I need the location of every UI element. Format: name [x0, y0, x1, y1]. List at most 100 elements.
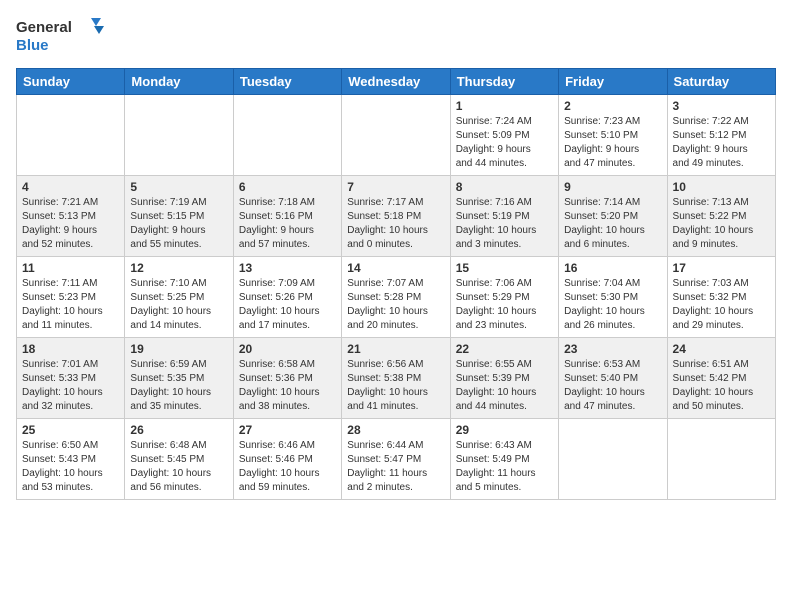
calendar-week-row: 18 Sunrise: 7:01 AMSunset: 5:33 PMDayligh… — [17, 338, 776, 419]
calendar-cell: 25 Sunrise: 6:50 AMSunset: 5:43 PMDayligh… — [17, 419, 125, 500]
calendar-cell: 26 Sunrise: 6:48 AMSunset: 5:45 PMDayligh… — [125, 419, 233, 500]
day-number: 13 — [239, 261, 336, 275]
day-number: 24 — [673, 342, 770, 356]
day-number: 1 — [456, 99, 553, 113]
page-header: General Blue — [16, 16, 776, 58]
weekday-header: Friday — [559, 69, 667, 95]
weekday-header: Sunday — [17, 69, 125, 95]
day-number: 9 — [564, 180, 661, 194]
day-number: 8 — [456, 180, 553, 194]
calendar-cell: 27 Sunrise: 6:46 AMSunset: 5:46 PMDayligh… — [233, 419, 341, 500]
calendar-cell: 18 Sunrise: 7:01 AMSunset: 5:33 PMDayligh… — [17, 338, 125, 419]
calendar-cell: 3 Sunrise: 7:22 AMSunset: 5:12 PMDaylight… — [667, 95, 775, 176]
day-number: 10 — [673, 180, 770, 194]
day-info: Sunrise: 6:50 AMSunset: 5:43 PMDaylight:… — [22, 439, 119, 495]
day-info: Sunrise: 7:16 AMSunset: 5:19 PMDaylight:… — [456, 196, 553, 252]
day-info: Sunrise: 6:48 AMSunset: 5:45 PMDaylight:… — [130, 439, 227, 495]
day-info: Sunrise: 6:55 AMSunset: 5:39 PMDaylight:… — [456, 358, 553, 414]
logo-svg: General Blue — [16, 16, 106, 58]
day-number: 27 — [239, 423, 336, 437]
calendar-table: SundayMondayTuesdayWednesdayThursdayFrid… — [16, 68, 776, 500]
calendar-cell: 29 Sunrise: 6:43 AMSunset: 5:49 PMDayligh… — [450, 419, 558, 500]
day-info: Sunrise: 6:56 AMSunset: 5:38 PMDaylight:… — [347, 358, 444, 414]
day-info: Sunrise: 7:07 AMSunset: 5:28 PMDaylight:… — [347, 277, 444, 333]
calendar-header-row: SundayMondayTuesdayWednesdayThursdayFrid… — [17, 69, 776, 95]
weekday-header: Wednesday — [342, 69, 450, 95]
calendar-cell: 24Sunrise: 6:51 AMSunset: 5:42 PMDayligh… — [667, 338, 775, 419]
calendar-week-row: 1 Sunrise: 7:24 AMSunset: 5:09 PMDaylight… — [17, 95, 776, 176]
weekday-header: Thursday — [450, 69, 558, 95]
calendar-cell — [342, 95, 450, 176]
calendar-cell: 28 Sunrise: 6:44 AMSunset: 5:47 PMDayligh… — [342, 419, 450, 500]
day-info: Sunrise: 7:01 AMSunset: 5:33 PMDaylight:… — [22, 358, 119, 414]
calendar-week-row: 25 Sunrise: 6:50 AMSunset: 5:43 PMDayligh… — [17, 419, 776, 500]
day-number: 25 — [22, 423, 119, 437]
day-info: Sunrise: 7:23 AMSunset: 5:10 PMDaylight:… — [564, 115, 661, 171]
day-info: Sunrise: 7:09 AMSunset: 5:26 PMDaylight:… — [239, 277, 336, 333]
calendar-cell: 9 Sunrise: 7:14 AMSunset: 5:20 PMDaylight… — [559, 176, 667, 257]
calendar-cell: 11 Sunrise: 7:11 AMSunset: 5:23 PMDayligh… — [17, 257, 125, 338]
logo: General Blue — [16, 16, 106, 58]
day-number: 12 — [130, 261, 227, 275]
day-number: 16 — [564, 261, 661, 275]
calendar-cell: 17 Sunrise: 7:03 AMSunset: 5:32 PMDayligh… — [667, 257, 775, 338]
calendar-cell: 5Sunrise: 7:19 AMSunset: 5:15 PMDaylight… — [125, 176, 233, 257]
svg-text:General: General — [16, 19, 72, 36]
calendar-cell: 13 Sunrise: 7:09 AMSunset: 5:26 PMDayligh… — [233, 257, 341, 338]
day-number: 18 — [22, 342, 119, 356]
calendar-cell: 22 Sunrise: 6:55 AMSunset: 5:39 PMDayligh… — [450, 338, 558, 419]
calendar-cell: 6 Sunrise: 7:18 AMSunset: 5:16 PMDaylight… — [233, 176, 341, 257]
day-number: 14 — [347, 261, 444, 275]
calendar-cell: 4 Sunrise: 7:21 AMSunset: 5:13 PMDaylight… — [17, 176, 125, 257]
weekday-header: Tuesday — [233, 69, 341, 95]
calendar-cell: 2Sunrise: 7:23 AMSunset: 5:10 PMDaylight… — [559, 95, 667, 176]
day-number: 20 — [239, 342, 336, 356]
day-number: 21 — [347, 342, 444, 356]
calendar-cell — [667, 419, 775, 500]
day-number: 11 — [22, 261, 119, 275]
day-number: 6 — [239, 180, 336, 194]
day-number: 29 — [456, 423, 553, 437]
day-info: Sunrise: 7:14 AMSunset: 5:20 PMDaylight:… — [564, 196, 661, 252]
calendar-cell — [233, 95, 341, 176]
day-number: 4 — [22, 180, 119, 194]
calendar-cell: 15 Sunrise: 7:06 AMSunset: 5:29 PMDayligh… — [450, 257, 558, 338]
calendar-cell: 20 Sunrise: 6:58 AMSunset: 5:36 PMDayligh… — [233, 338, 341, 419]
day-info: Sunrise: 6:58 AMSunset: 5:36 PMDaylight:… — [239, 358, 336, 414]
day-info: Sunrise: 6:46 AMSunset: 5:46 PMDaylight:… — [239, 439, 336, 495]
day-number: 26 — [130, 423, 227, 437]
weekday-header: Saturday — [667, 69, 775, 95]
calendar-cell: 10 Sunrise: 7:13 AMSunset: 5:22 PMDayligh… — [667, 176, 775, 257]
day-info: Sunrise: 7:21 AMSunset: 5:13 PMDaylight:… — [22, 196, 119, 252]
calendar-cell — [17, 95, 125, 176]
day-info: Sunrise: 6:43 AMSunset: 5:49 PMDaylight:… — [456, 439, 553, 495]
day-number: 15 — [456, 261, 553, 275]
calendar-week-row: 11 Sunrise: 7:11 AMSunset: 5:23 PMDayligh… — [17, 257, 776, 338]
day-number: 28 — [347, 423, 444, 437]
calendar-cell: 23Sunrise: 6:53 AMSunset: 5:40 PMDayligh… — [559, 338, 667, 419]
calendar-cell: 12Sunrise: 7:10 AMSunset: 5:25 PMDayligh… — [125, 257, 233, 338]
calendar-cell: 1 Sunrise: 7:24 AMSunset: 5:09 PMDaylight… — [450, 95, 558, 176]
calendar-cell: 16 Sunrise: 7:04 AMSunset: 5:30 PMDayligh… — [559, 257, 667, 338]
day-number: 22 — [456, 342, 553, 356]
calendar-cell: 14 Sunrise: 7:07 AMSunset: 5:28 PMDayligh… — [342, 257, 450, 338]
day-info: Sunrise: 7:24 AMSunset: 5:09 PMDaylight:… — [456, 115, 553, 171]
day-info: Sunrise: 6:44 AMSunset: 5:47 PMDaylight:… — [347, 439, 444, 495]
day-info: Sunrise: 7:11 AMSunset: 5:23 PMDaylight:… — [22, 277, 119, 333]
day-number: 17 — [673, 261, 770, 275]
day-info: Sunrise: 7:03 AMSunset: 5:32 PMDaylight:… — [673, 277, 770, 333]
day-number: 19 — [130, 342, 227, 356]
calendar-week-row: 4 Sunrise: 7:21 AMSunset: 5:13 PMDaylight… — [17, 176, 776, 257]
logo-mark: General Blue — [16, 16, 106, 58]
day-info: Sunrise: 7:22 AMSunset: 5:12 PMDaylight:… — [673, 115, 770, 171]
day-number: 3 — [673, 99, 770, 113]
calendar-cell — [559, 419, 667, 500]
calendar-cell: 8 Sunrise: 7:16 AMSunset: 5:19 PMDaylight… — [450, 176, 558, 257]
day-info: Sunrise: 7:18 AMSunset: 5:16 PMDaylight:… — [239, 196, 336, 252]
day-info: Sunrise: 7:17 AMSunset: 5:18 PMDaylight:… — [347, 196, 444, 252]
day-info: Sunrise: 7:06 AMSunset: 5:29 PMDaylight:… — [456, 277, 553, 333]
weekday-header: Monday — [125, 69, 233, 95]
day-info: Sunrise: 7:13 AMSunset: 5:22 PMDaylight:… — [673, 196, 770, 252]
day-info: Sunrise: 7:04 AMSunset: 5:30 PMDaylight:… — [564, 277, 661, 333]
day-info: Sunrise: 7:19 AMSunset: 5:15 PMDaylight:… — [130, 196, 227, 252]
